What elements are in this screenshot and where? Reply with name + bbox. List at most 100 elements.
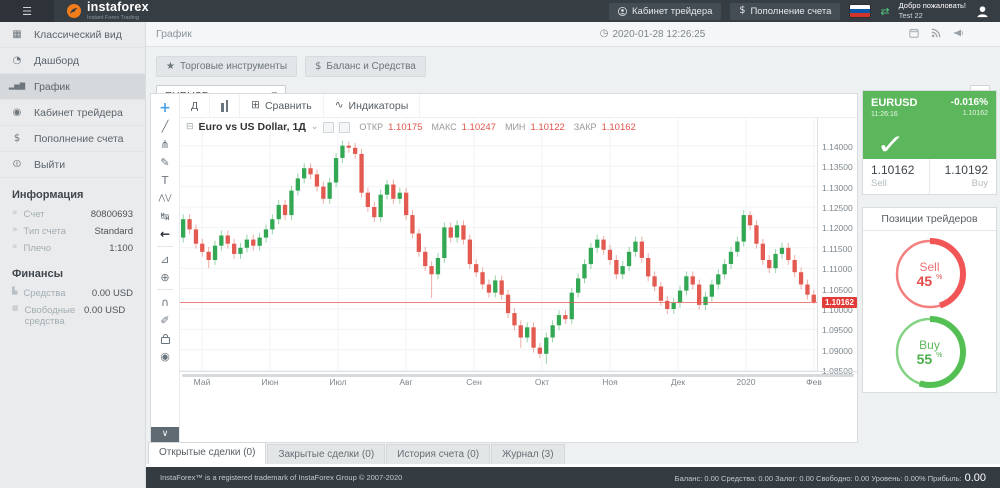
zoom-in-tool[interactable]: ⊕	[151, 268, 179, 286]
forecast-tool[interactable]: ↹	[151, 207, 179, 225]
candlestick-chart[interactable]	[180, 118, 817, 371]
timeframe-button[interactable]: Д	[180, 94, 210, 117]
candle	[385, 185, 389, 195]
sidebar-item-dashboard[interactable]: ◔ Дашборд	[0, 48, 145, 74]
crosshair-tool[interactable]: +	[151, 99, 179, 117]
gauge-icon: ◔	[0, 56, 34, 66]
candle	[398, 193, 402, 199]
legend-collapse-icon[interactable]: ⊟	[186, 123, 194, 132]
page-topbar: График ◷ 2020-01-28 12:26:25	[146, 22, 1000, 47]
price-tick: 1.12500	[822, 203, 853, 213]
indicators-button[interactable]: ∿ Индикаторы	[324, 94, 421, 117]
sell-gauge-value: 45 %	[917, 274, 943, 288]
sidebar-item-classic-view[interactable]: ▦ Классический вид	[0, 22, 145, 48]
tab-closed-trades[interactable]: Закрытые сделки (0)	[267, 444, 385, 464]
tab-journal[interactable]: Журнал (3)	[491, 444, 565, 464]
magnet-tool[interactable]: ∩	[151, 293, 179, 311]
deposit-button[interactable]: $ Пополнение счета	[730, 3, 840, 20]
logo-subtitle: Instant Forex Trading	[87, 15, 149, 21]
brush-tool[interactable]: ✎	[151, 153, 179, 171]
candle	[519, 325, 523, 337]
candle	[538, 348, 542, 354]
chart-legend: ⊟ Euro vs US Dollar, 1Д ⌄ ОТКР 1.10175 М…	[186, 121, 636, 133]
check-icon: ✓	[876, 131, 905, 159]
instaforex-logo-icon	[66, 3, 82, 19]
legend-visibility-icon[interactable]	[323, 122, 334, 133]
main-area: График ◷ 2020-01-28 12:26:25 ★ Торговые …	[146, 22, 1000, 488]
trend-line-tool[interactable]: ╱	[151, 117, 179, 135]
draw-mode-tool[interactable]: ✐	[151, 311, 179, 329]
hide-drawings-tool[interactable]: ◉	[151, 347, 179, 365]
power-icon: ⏼	[0, 160, 34, 170]
time-axis[interactable]: МайИюнИюлАвгСенОктНояДек2020Фев	[180, 377, 817, 387]
currency-swap-icon[interactable]: ⇄	[880, 6, 889, 17]
compare-button[interactable]: ⊞ Сравнить	[240, 94, 324, 117]
candle	[353, 148, 357, 154]
low-value: 1.10122	[530, 122, 564, 133]
quote-card: EURUSD 11:26:16 -0.016% 1.10162 ✓ 1.1016…	[862, 90, 997, 195]
candle	[506, 295, 510, 313]
open-value: 1.10175	[388, 122, 422, 133]
quote-header: EURUSD 11:26:16 -0.016% 1.10162 ✓	[863, 91, 996, 159]
menu-toggle-button[interactable]: ☰	[0, 0, 54, 22]
time-tick: Окт	[535, 377, 549, 387]
buy-button[interactable]: 1.10192 Buy	[930, 159, 996, 194]
server-datetime: ◷ 2020-01-28 12:26:25	[396, 29, 909, 40]
ruler-tool[interactable]: ⊿	[151, 250, 179, 268]
candle	[691, 276, 695, 284]
balance-funds-button[interactable]: $ Баланс и Средства	[305, 56, 426, 77]
candle	[366, 193, 370, 207]
tab-account-history[interactable]: История счета (0)	[386, 444, 490, 464]
sidebar-item-logout[interactable]: ⏼ Выйти	[0, 152, 145, 178]
person-icon	[618, 7, 627, 16]
candle	[308, 168, 312, 174]
actions-row: ★ Торговые инструменты $ Баланс и Средст…	[146, 47, 1000, 77]
divider	[157, 246, 173, 247]
rss-icon[interactable]	[931, 28, 941, 41]
avatar-icon[interactable]	[975, 4, 990, 19]
sidebar-item-trader-cabinet[interactable]: ◉ Кабинет трейдера	[0, 100, 145, 126]
time-axis-strip: МайИюнИюлАвгСенОктНояДек2020Фев	[180, 371, 857, 386]
candle	[187, 219, 191, 229]
sidebar-item-chart[interactable]: ▂▅▇ График	[0, 74, 145, 100]
time-tick: Ноя	[602, 377, 617, 387]
tab-open-trades[interactable]: Открытые сделки (0)	[148, 442, 266, 464]
candle	[525, 327, 529, 337]
price-tick: 1.12000	[822, 223, 853, 233]
candle	[678, 291, 682, 303]
price-tick: 1.10500	[822, 285, 853, 295]
arrow-tool[interactable]: ←	[151, 225, 179, 243]
sidebar-item-label: Кабинет трейдера	[34, 107, 123, 119]
collapse-tools-button[interactable]: ∨	[151, 427, 179, 442]
candle	[194, 229, 198, 243]
sell-button[interactable]: 1.10162 Sell	[863, 159, 930, 194]
price-axis[interactable]: 1.140001.135001.130001.125001.120001.115…	[817, 118, 857, 371]
info-label: Плечо	[24, 243, 52, 254]
legend-settings-icon[interactable]	[339, 122, 350, 133]
candle	[735, 242, 739, 252]
text-tool[interactable]: T	[151, 171, 179, 189]
candle	[429, 266, 433, 274]
sidebar-item-deposit[interactable]: $ Пополнение счета	[0, 126, 145, 152]
lock-tool[interactable]	[151, 329, 179, 347]
chart-plot[interactable]: 1.140001.135001.130001.125001.120001.115…	[180, 118, 857, 371]
chart-type-button[interactable]	[210, 94, 240, 117]
candle	[404, 193, 408, 215]
candle	[391, 185, 395, 199]
candle	[302, 168, 306, 178]
trading-instruments-button[interactable]: ★ Торговые инструменты	[156, 56, 297, 77]
language-flag-ru[interactable]	[849, 4, 871, 18]
footer: InstaForex™ is a registered trademark of…	[146, 467, 1000, 488]
candle	[646, 258, 650, 276]
timeframe-label: Д	[191, 100, 198, 112]
open-label: ОТКР	[359, 122, 383, 132]
finance-row-free-funds: ▦Свободные средства 0.00 USD	[0, 302, 145, 330]
trader-cabinet-button[interactable]: Кабинет трейдера	[609, 3, 721, 20]
pitchfork-tool[interactable]: ⋔	[151, 135, 179, 153]
legend-caret-icon[interactable]: ⌄	[311, 123, 319, 132]
megaphone-icon[interactable]	[953, 28, 964, 41]
calendar-icon[interactable]	[909, 28, 919, 41]
price-tick: 1.09000	[822, 346, 853, 356]
candle	[672, 303, 676, 309]
xabcd-pattern-tool[interactable]: ⋀⋁	[151, 189, 179, 207]
